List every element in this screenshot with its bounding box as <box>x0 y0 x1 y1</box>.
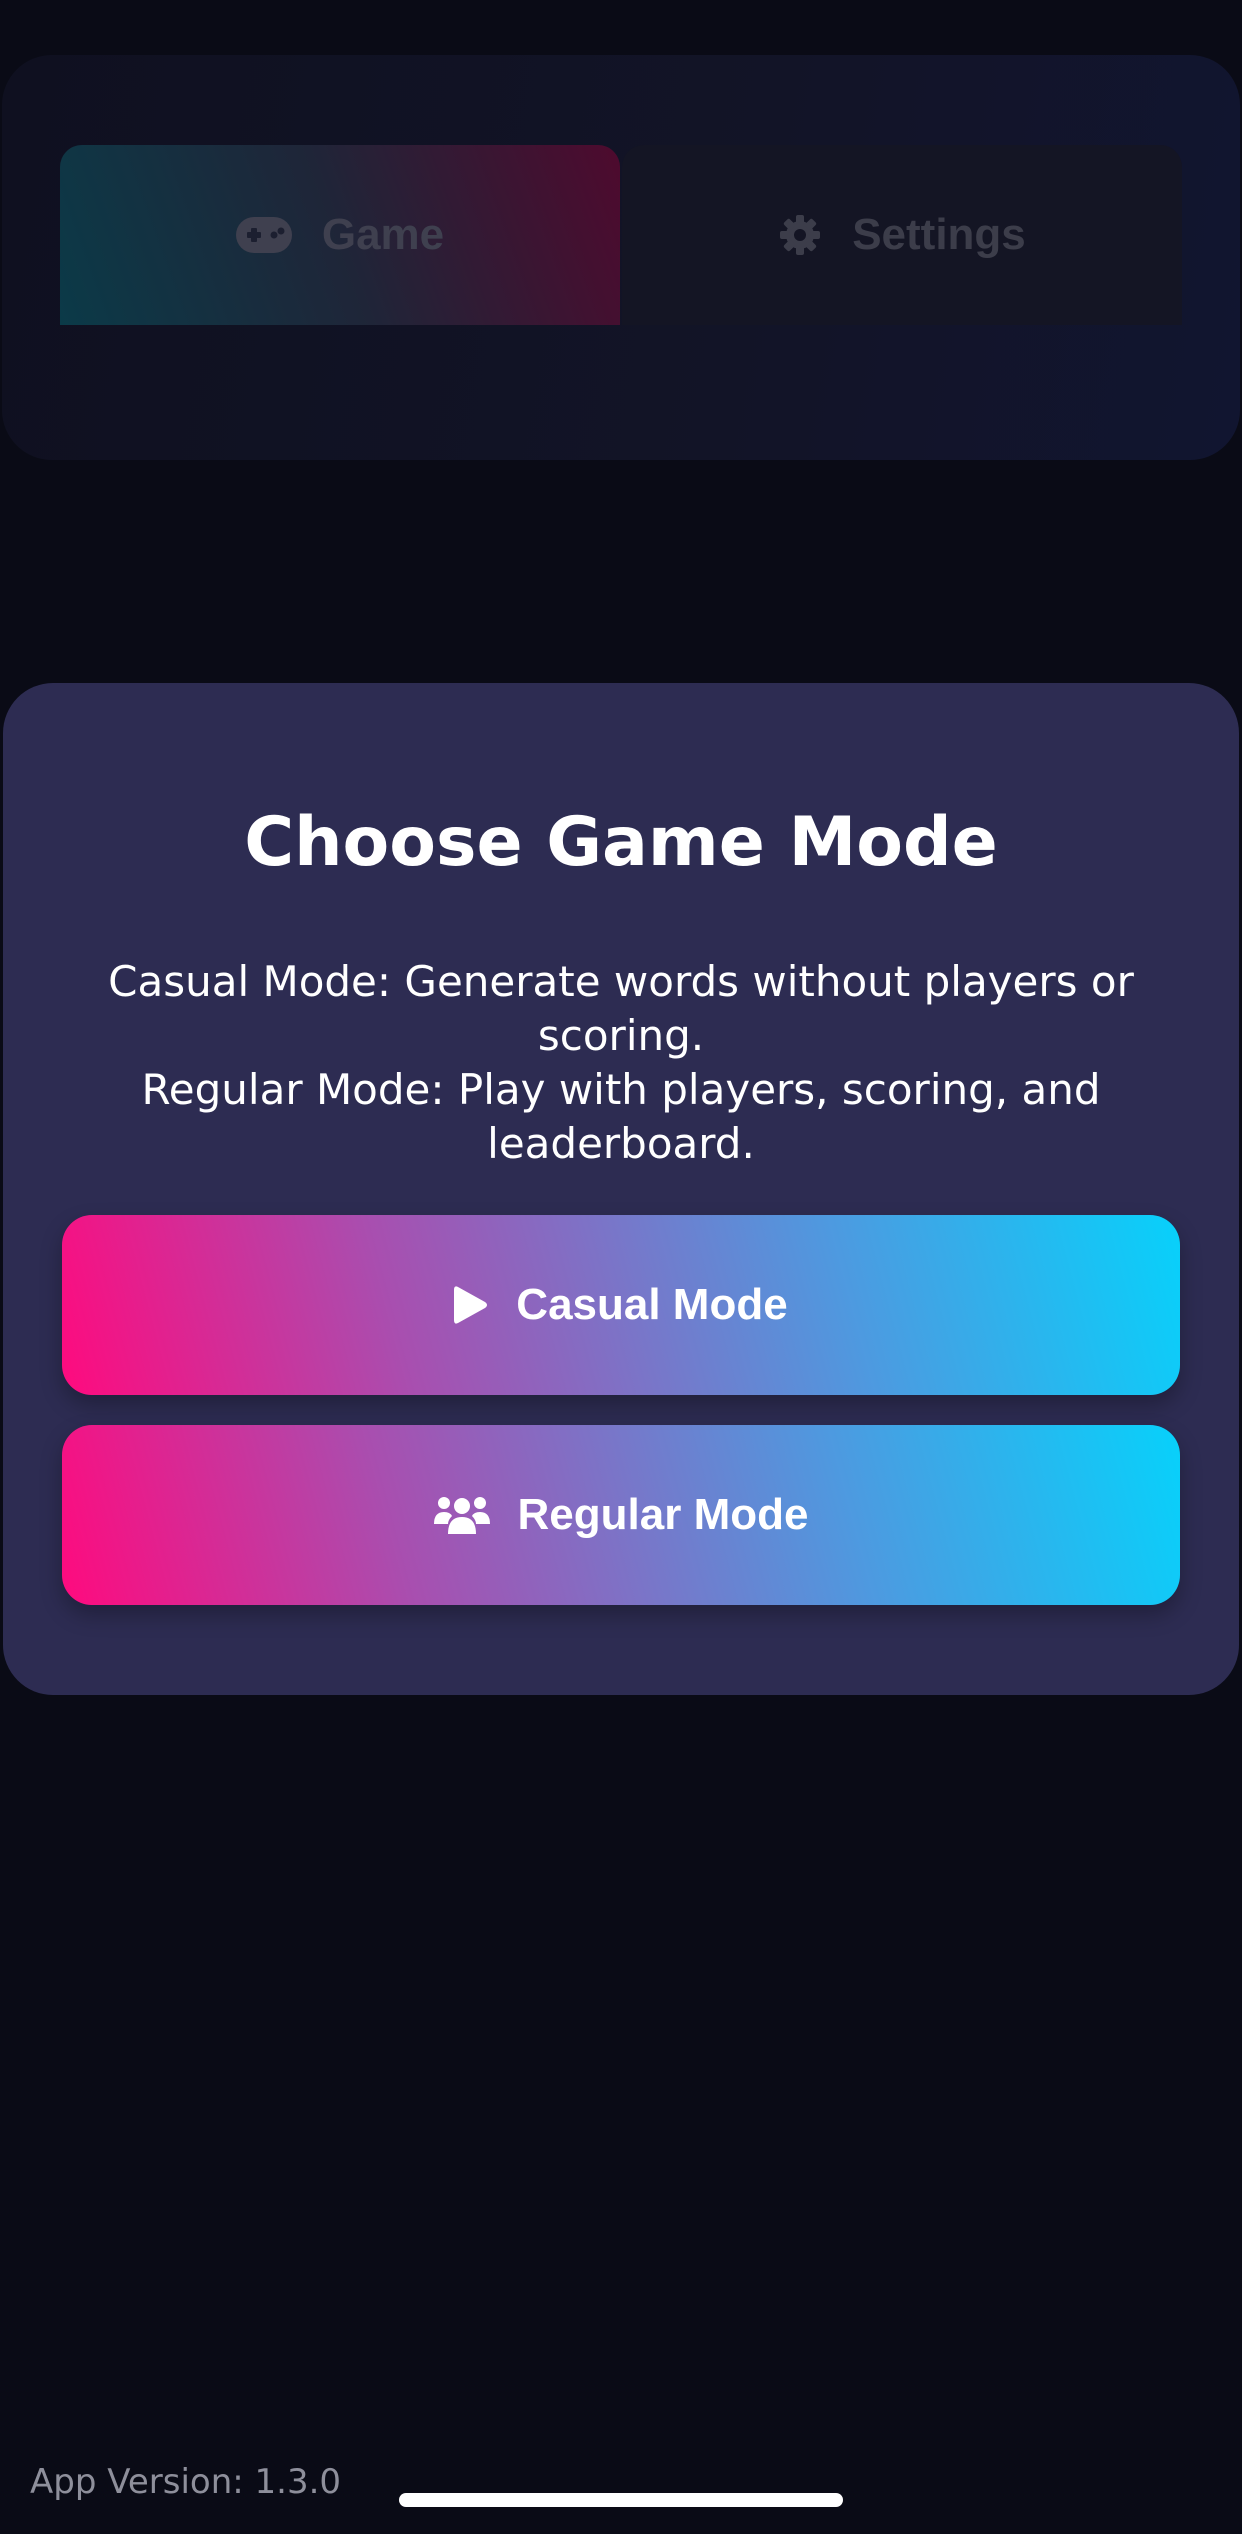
tab-bar: Game Settings <box>60 145 1182 325</box>
casual-mode-label: Casual Mode <box>516 1280 788 1329</box>
game-mode-modal: Choose Game Mode Casual Mode: Generate w… <box>3 683 1239 1695</box>
play-icon <box>454 1285 488 1325</box>
home-indicator[interactable] <box>399 2493 843 2507</box>
tab-game-label: Game <box>321 210 445 259</box>
tab-settings[interactable]: Settings <box>622 145 1182 325</box>
casual-mode-button[interactable]: Casual Mode <box>62 1215 1180 1395</box>
regular-mode-label: Regular Mode <box>517 1490 809 1539</box>
gamepad-icon <box>235 217 292 253</box>
regular-mode-description: Regular Mode: Play with players, scoring… <box>141 1065 1101 1168</box>
app-version: App Version: 1.3.0 <box>30 2462 342 2502</box>
tab-game[interactable]: Game <box>60 145 620 325</box>
modal-title: Choose Game Mode <box>244 803 998 882</box>
gear-icon <box>778 213 822 257</box>
casual-mode-description: Casual Mode: Generate words without play… <box>108 957 1134 1060</box>
modal-description: Casual Mode: Generate words without play… <box>43 955 1199 1171</box>
tab-settings-label: Settings <box>852 210 1026 259</box>
users-icon <box>433 1494 490 1536</box>
regular-mode-button[interactable]: Regular Mode <box>62 1425 1180 1605</box>
